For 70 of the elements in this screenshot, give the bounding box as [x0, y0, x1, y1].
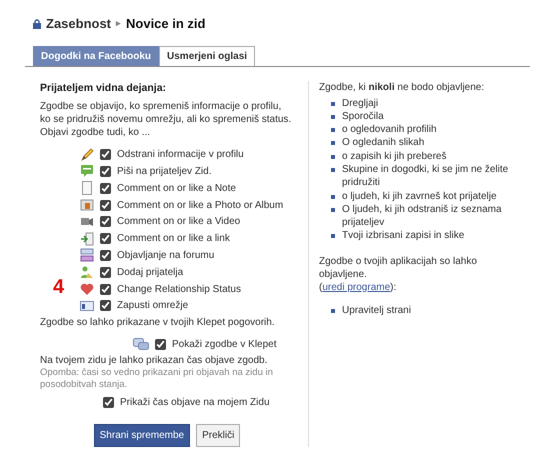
list-item: o ogledovanih profilih [342, 123, 437, 136]
bullet-icon [331, 128, 335, 132]
checkbox[interactable] [100, 182, 111, 194]
network-icon [80, 298, 94, 313]
checkbox[interactable] [100, 284, 111, 295]
bullet-icon [331, 114, 335, 119]
list-item: o ljudeh, ki jih zavrneš kot prijatelje [342, 190, 497, 203]
checkbox[interactable] [100, 200, 111, 211]
list-item: Sporočila [342, 110, 384, 124]
breadcrumb-link[interactable]: Zasebnost [46, 14, 112, 34]
checkbox-label: Prikaži čas objave na mojem Zidu [120, 396, 270, 410]
annotation-number: 4 [53, 276, 64, 297]
checkbox[interactable] [100, 250, 111, 261]
checkbox-label: Zapusti omrežje [117, 299, 188, 314]
hint-text: Opomba: časi so vedno prikazani pri objavah na zidu in posodobitvah stanja. [40, 367, 274, 392]
checkbox-label: Change Relationship Status [117, 282, 241, 297]
checkbox[interactable] [100, 216, 111, 228]
wall-note: Na tvojem zidu je lahko prikazan čas objave zgodb. [40, 354, 268, 368]
checkbox-label: Comment on or like a Photo or Album [117, 198, 284, 213]
checkbox[interactable] [100, 233, 111, 244]
checkbox-label: Pokaži zgodbe v Klepet [172, 338, 277, 352]
checkbox-label: Comment on or like a Note [117, 182, 236, 196]
pencil-icon [80, 148, 94, 162]
checkbox-label: Comment on or like a link [117, 232, 230, 246]
bullet-icon [331, 194, 335, 199]
page-title: Novice in zid [126, 15, 206, 33]
checkbox-label: Objavljanje na forumu [117, 248, 214, 263]
bullet-icon [331, 141, 335, 146]
list-item: Tvoji izbrisani zapisi in slike [342, 229, 464, 243]
speech-bubble-icon [80, 164, 94, 178]
bullet-icon [331, 102, 335, 106]
chat-note: Zgodbe so lahko prikazane v tvojih Klepet pogovorih. [40, 316, 276, 330]
bullet-icon [331, 208, 335, 212]
checkbox[interactable] [100, 266, 111, 278]
checkbox-label: Comment on or like a Video [117, 215, 240, 230]
list-item: Upravitelj strani [342, 304, 411, 318]
list-item: o zapisih ki jih prebereš [342, 150, 446, 163]
bullet-icon [331, 308, 335, 313]
list-heading: Zgodbe, ki nikoli ne bodo objavljene: [319, 80, 486, 94]
list-item: Dregljaji [342, 96, 378, 110]
checkbox[interactable] [100, 166, 111, 177]
checkbox-label: Dodaj prijatelja [117, 266, 184, 280]
bullet-icon [331, 154, 335, 159]
people-icon [80, 265, 94, 280]
breadcrumb-separator: ▸ [116, 17, 122, 30]
checkbox[interactable] [155, 339, 166, 350]
checkbox-label: Piši na prijateljev Zid. [117, 164, 212, 179]
apps-note: Zgodbe o tvojih aplikacijah so lahko objavljene. (uredi programe): [319, 254, 478, 294]
checkbox[interactable] [103, 397, 114, 408]
checkbox-label: Odstrani informacije v profilu [117, 148, 244, 162]
heart-icon [80, 282, 94, 296]
checkbox[interactable] [100, 149, 111, 160]
bullet-icon [331, 168, 335, 172]
section-heading: Prijateljem vidna dejanja: [40, 80, 168, 96]
forum-icon [80, 248, 94, 262]
tab[interactable]: Usmerjeni oglasi [159, 46, 256, 66]
cancel-button[interactable]: Prekliči [196, 424, 240, 448]
save-button[interactable]: Shrani spremembe [94, 424, 190, 448]
list-item: O ljudeh, ki jih odstraniš iz seznama prijateljev [342, 202, 503, 230]
edit-apps-link[interactable]: uredi programe [322, 282, 390, 293]
photo-icon [80, 198, 94, 212]
chat-bubbles-icon [133, 338, 149, 352]
list-item: O ogledanih slikah [342, 136, 424, 150]
checkbox[interactable] [100, 300, 111, 312]
lock-icon [33, 18, 41, 29]
note-icon [80, 181, 94, 196]
tab[interactable]: Dogodki na Facebooku [33, 46, 160, 66]
link-icon [80, 232, 94, 246]
bullet-icon [331, 234, 335, 238]
description-text: Zgodbe se objavijo, ko spremeniš informacije o profilu, ko se pridružiš novemu omrežju, ali ko spremeniš status. Objavi zgodbe tudi, ko ... [40, 100, 292, 140]
